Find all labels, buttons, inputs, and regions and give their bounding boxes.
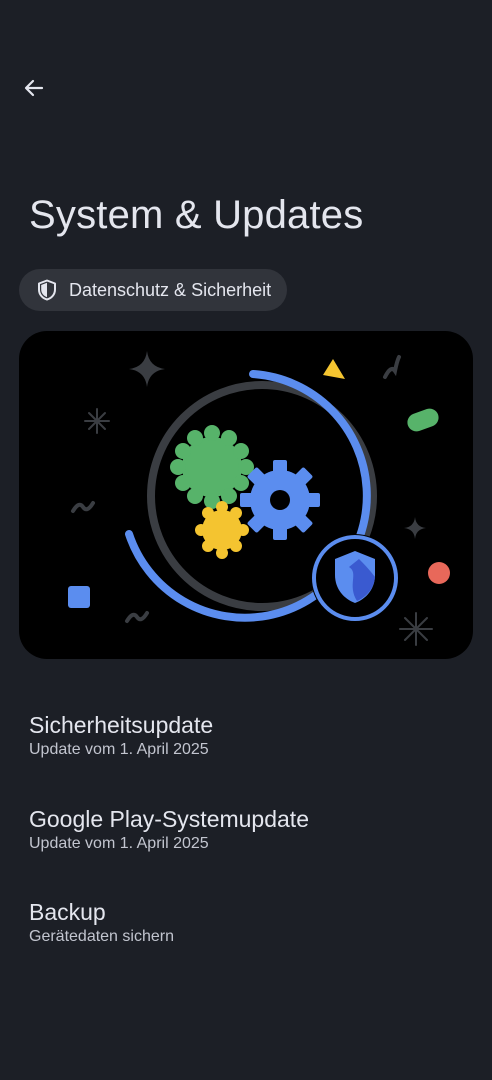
list-item-google-play-system-update[interactable]: Google Play-Systemupdate Update vom 1. A… — [0, 794, 338, 864]
sparkle-icon — [404, 517, 426, 539]
privacy-security-chip[interactable]: Datenschutz & Sicherheit — [19, 269, 288, 311]
list-item-security-update[interactable]: Sicherheitsupdate Update vom 1. April 20… — [0, 700, 242, 770]
list-item-title: Sicherheitsupdate — [29, 712, 214, 738]
squiggle-icon — [125, 611, 149, 623]
page-title: System & Updates — [29, 193, 364, 237]
list-item-title: Google Play-Systemupdate — [29, 806, 309, 832]
starburst-icon — [399, 612, 433, 646]
pill-shape — [407, 408, 439, 432]
hero-illustration — [19, 331, 473, 659]
list-item-subtitle: Update vom 1. April 2025 — [29, 741, 209, 758]
gear-icon — [240, 460, 320, 540]
list-item-backup[interactable]: Backup Gerätedaten sichern — [0, 887, 203, 957]
shield-badge-icon — [311, 534, 399, 622]
squiggle-icon — [383, 355, 401, 379]
squiggle-icon — [71, 501, 95, 513]
chip-label: Datenschutz & Sicherheit — [69, 279, 272, 300]
back-button[interactable] — [14, 68, 54, 108]
sparkle-icon — [129, 351, 165, 387]
starburst-icon — [84, 408, 110, 434]
arrow-back-icon — [24, 79, 44, 97]
yellow-badge-shape — [195, 501, 249, 559]
list-item-subtitle: Gerätedaten sichern — [29, 928, 174, 945]
dot-shape — [428, 562, 450, 584]
shield-icon — [38, 279, 56, 301]
square-shape — [68, 586, 90, 608]
triangle-shape — [323, 359, 345, 379]
list-item-title: Backup — [29, 899, 106, 925]
list-item-subtitle: Update vom 1. April 2025 — [29, 835, 209, 852]
